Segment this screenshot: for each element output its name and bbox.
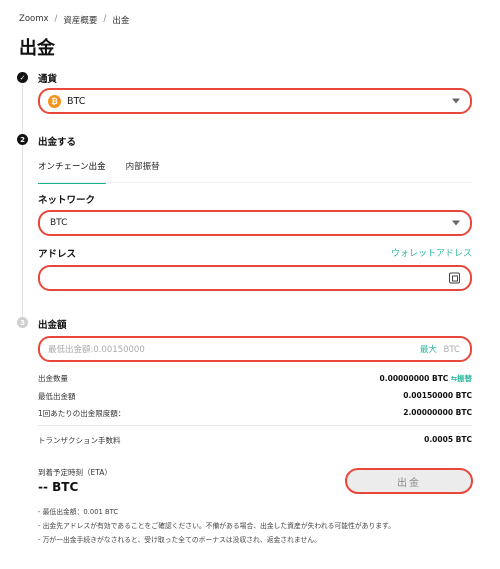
amount-step-label: 出金額 [38, 320, 67, 331]
amount-input[interactable]: 最低出金額:0.00150000 最大 BTC [38, 336, 472, 362]
min-withdraw-value: 0.00150000 BTC [403, 391, 472, 400]
page-title: 出金 [19, 38, 55, 59]
per-tx-limit-row: 1回あたりの出金限度額： 2.00000000 BTC [38, 408, 472, 419]
network-select[interactable]: BTC [38, 210, 472, 236]
amount-currency: BTC [443, 345, 460, 355]
network-label: ネットワーク [38, 195, 96, 206]
breadcrumb-separator: / [54, 14, 58, 24]
note-item: - 最低出金額：0.001 BTC [38, 508, 119, 516]
info-divider [38, 425, 472, 426]
fee-value: 0.0005 BTC [424, 435, 472, 444]
tab-internal-transfer[interactable]: 内部振替 [126, 160, 160, 184]
tab-onchain-withdraw[interactable]: オンチェーン出金 [38, 160, 106, 184]
note-item: - 出金先アドレスが有効であることをご確認ください。不備がある場合、出金した資産… [38, 522, 395, 530]
breadcrumb: Zoomx / 資産概要 / 出金 [19, 14, 129, 26]
fee-row: トランザクション手数料 0.0005 BTC [38, 435, 472, 446]
breadcrumb-item-assets[interactable]: 資産概要 [63, 14, 97, 26]
step-3-badge: 3 [17, 317, 28, 328]
withdraw-qty-value: 0.00000000 BTC [379, 374, 449, 383]
fee-label: トランザクション手数料 [38, 436, 121, 445]
currency-select-value: BTC [67, 95, 86, 107]
transfer-link[interactable]: ⇆振替 [451, 374, 472, 383]
address-label: アドレス [38, 249, 77, 260]
wallet-address-link[interactable]: ウォレットアドレス [391, 246, 472, 259]
note-item: - 万が一出金手続きがなされると、受け取った全てのボーナスは没収され、返金されま… [38, 536, 321, 544]
chevron-down-icon [452, 220, 460, 226]
currency-select[interactable]: ₿ BTC [38, 88, 472, 114]
breadcrumb-separator: / [103, 14, 107, 24]
per-tx-limit-label: 1回あたりの出金限度額： [38, 409, 126, 418]
tabs-divider [38, 182, 472, 183]
step-connector-line [22, 84, 23, 320]
eta-value: -- BTC [38, 480, 79, 494]
currency-label: 通貨 [38, 74, 58, 85]
withdraw-step-label: 出金する [38, 137, 77, 148]
max-button[interactable]: 最大 [420, 345, 437, 355]
chevron-down-icon [452, 98, 460, 104]
withdraw-submit-button[interactable]: 出金 [345, 468, 473, 494]
notes: - 最低出金額：0.001 BTC - 出金先アドレスが有効であることをご確認く… [38, 505, 395, 547]
breadcrumb-item-current: 出金 [112, 16, 130, 26]
address-input[interactable] [38, 265, 472, 291]
amount-input-placeholder: 最低出金額:0.00150000 [48, 345, 145, 355]
withdraw-qty-row: 出金数量 0.00000000 BTC ⇆振替 [38, 373, 472, 384]
min-withdraw-row: 最低出金額 0.00150000 BTC [38, 391, 472, 402]
step-2-badge: 2 [17, 134, 28, 145]
withdraw-qty-label: 出金数量 [38, 374, 68, 383]
bitcoin-icon: ₿ [48, 94, 61, 108]
breadcrumb-item-home[interactable]: Zoomx [19, 14, 49, 26]
network-select-value: BTC [50, 218, 68, 228]
check-icon: ✓ [17, 72, 28, 83]
withdraw-tabs: オンチェーン出金 内部振替 [38, 160, 160, 184]
per-tx-limit-value: 2.00000000 BTC [403, 408, 472, 417]
address-book-icon[interactable] [449, 272, 460, 284]
eta-label: 到着予定時刻（ETA） [38, 468, 112, 477]
min-withdraw-label: 最低出金額 [38, 392, 76, 401]
